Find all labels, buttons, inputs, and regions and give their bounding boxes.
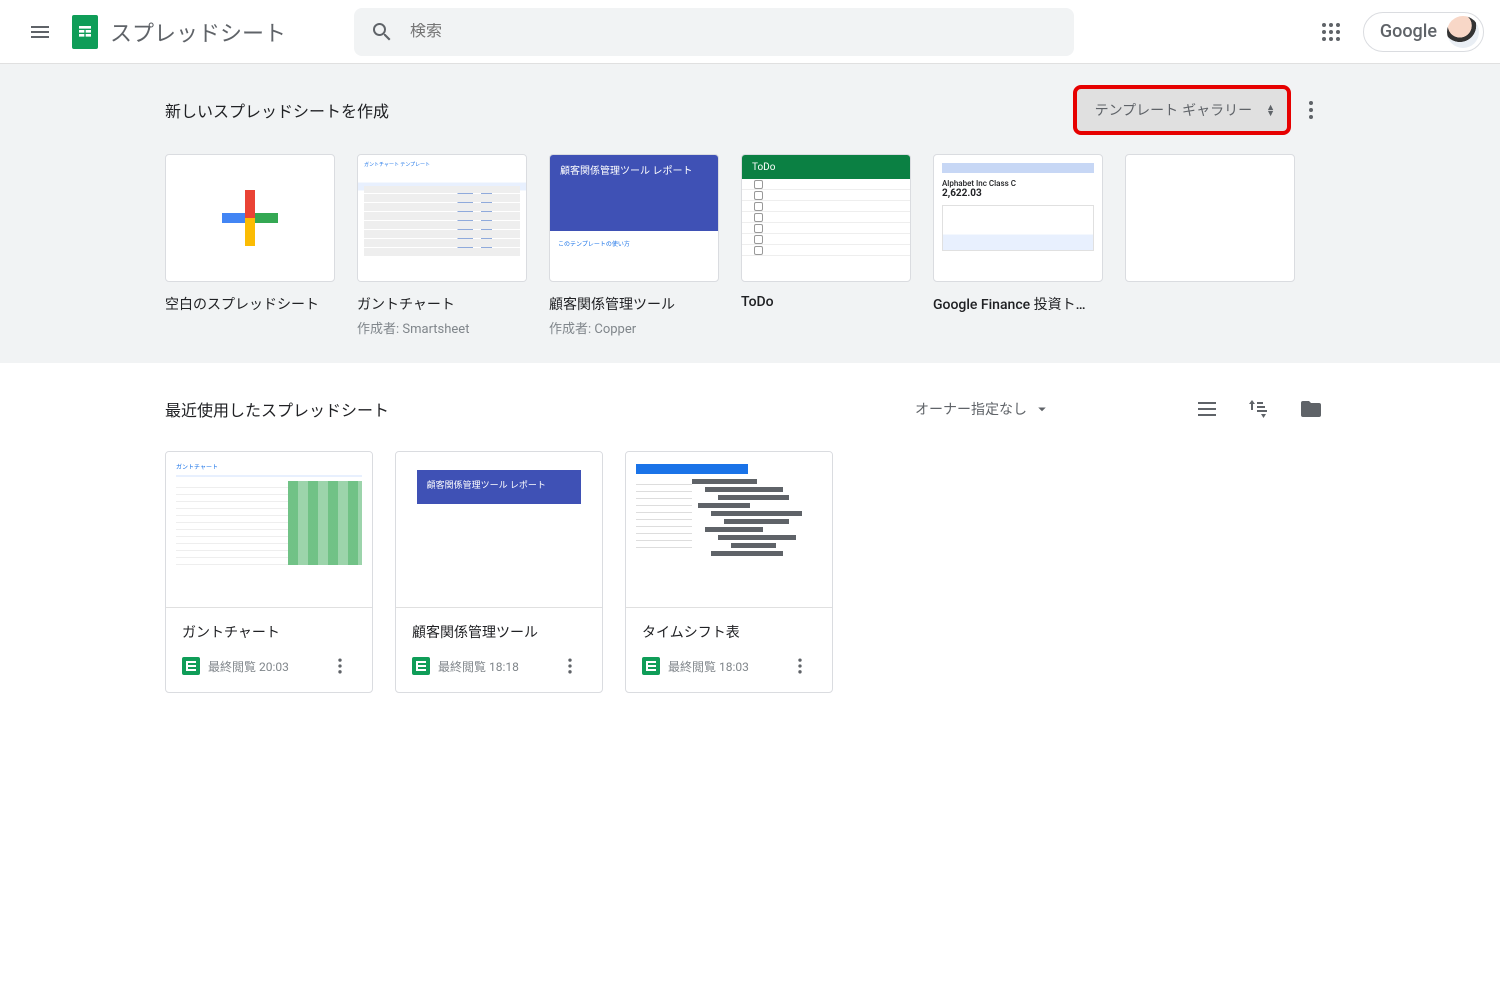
template-gallery-label: テンプレート ギャラリー bbox=[1095, 100, 1252, 120]
doc-thumb: 顧客関係管理ツール レポート bbox=[396, 452, 602, 608]
template-crm[interactable]: 顧客関係管理ツール レポートこのテンプレートの使い方 顧客関係管理ツール 作成者… bbox=[549, 154, 719, 337]
template-title: ガントチャート bbox=[357, 294, 527, 314]
template-title: 空白のスプレッドシート bbox=[165, 294, 335, 314]
caret-down-icon bbox=[1033, 400, 1051, 418]
doc-time: 最終閲覧 20:03 bbox=[208, 658, 289, 675]
template-gallery-button[interactable]: テンプレート ギャラリー ▲▼ bbox=[1077, 89, 1287, 131]
open-picker-button[interactable] bbox=[1287, 385, 1335, 433]
templates-section: 新しいスプレッドシートを作成 テンプレート ギャラリー ▲▼ 空白のスプレッドシ… bbox=[0, 64, 1500, 363]
templates-heading: 新しいスプレッドシートを作成 bbox=[165, 98, 389, 122]
templates-header: 新しいスプレッドシートを作成 テンプレート ギャラリー ▲▼ bbox=[165, 86, 1335, 134]
doc-more-button[interactable] bbox=[324, 650, 356, 682]
doc-title: タイムシフト表 bbox=[642, 622, 816, 642]
apps-grid-icon bbox=[1319, 20, 1343, 44]
template-finance[interactable]: Alphabet Inc Class C 2,622.03 Google Fin… bbox=[933, 154, 1103, 337]
template-thumb: 顧客関係管理ツール レポートこのテンプレートの使い方 bbox=[549, 154, 719, 282]
template-author: 作成者: Smartsheet bbox=[357, 318, 527, 337]
owner-filter-label: オーナー指定なし bbox=[915, 399, 1027, 419]
template-title: 顧客関係管理ツール bbox=[549, 294, 719, 314]
owner-filter-dropdown[interactable]: オーナー指定なし bbox=[903, 391, 1063, 427]
google-label: Google bbox=[1380, 21, 1437, 42]
list-view-button[interactable] bbox=[1183, 385, 1231, 433]
doc-thumb bbox=[626, 452, 832, 608]
sheets-file-icon bbox=[642, 657, 660, 675]
plus-icon bbox=[222, 190, 278, 246]
main-menu-button[interactable] bbox=[16, 8, 64, 56]
sort-button[interactable] bbox=[1235, 385, 1283, 433]
template-blank[interactable]: 空白のスプレッドシート bbox=[165, 154, 335, 337]
search-input[interactable] bbox=[410, 23, 1058, 41]
search-container bbox=[354, 8, 1074, 56]
recent-heading: 最近使用したスプレッドシート bbox=[165, 397, 389, 421]
sort-az-icon bbox=[1247, 397, 1271, 421]
template-thumb: Alphabet Inc Class C 2,622.03 bbox=[933, 154, 1103, 282]
app-header: スプレッドシート Google bbox=[0, 0, 1500, 64]
template-author: 作成者: Copper bbox=[549, 318, 719, 337]
doc-time: 最終閲覧 18:18 bbox=[438, 658, 519, 675]
template-title: Google Finance 投資ト… bbox=[933, 294, 1103, 314]
app-title: スプレッドシート bbox=[110, 16, 286, 48]
doc-title: 顧客関係管理ツール bbox=[412, 622, 586, 642]
doc-more-button[interactable] bbox=[554, 650, 586, 682]
recent-section: 最近使用したスプレッドシート オーナー指定なし bbox=[0, 363, 1500, 715]
more-vert-icon bbox=[790, 656, 810, 676]
user-avatar-icon bbox=[1447, 16, 1479, 48]
template-todo[interactable]: ToDo ToDo bbox=[741, 154, 911, 337]
template-thumb: ガントチャート テンプレート bbox=[357, 154, 527, 282]
sheets-file-icon bbox=[182, 657, 200, 675]
more-vert-icon bbox=[1299, 98, 1323, 122]
template-thumb bbox=[1125, 154, 1295, 282]
template-gantt[interactable]: ガントチャート テンプレート ガントチャート 作成者: Smartsheet bbox=[357, 154, 527, 337]
doc-thumb: ガントチャート bbox=[166, 452, 372, 608]
doc-card[interactable]: タイムシフト表 最終閲覧 18:03 bbox=[625, 451, 833, 693]
template-thumb: ToDo bbox=[741, 154, 911, 282]
templates-row: 空白のスプレッドシート ガントチャート テンプレート ガントチャート 作成者: … bbox=[165, 154, 1335, 337]
doc-more-button[interactable] bbox=[784, 650, 816, 682]
doc-title: ガントチャート bbox=[182, 622, 356, 642]
template-empty[interactable] bbox=[1125, 154, 1295, 337]
list-icon bbox=[1195, 397, 1219, 421]
search-icon bbox=[370, 20, 394, 44]
more-vert-icon bbox=[560, 656, 580, 676]
google-account-badge[interactable]: Google bbox=[1363, 12, 1484, 52]
unfold-icon: ▲▼ bbox=[1266, 104, 1275, 116]
folder-icon bbox=[1299, 397, 1323, 421]
more-vert-icon bbox=[330, 656, 350, 676]
search-bar[interactable] bbox=[354, 8, 1074, 56]
recent-header: 最近使用したスプレッドシート オーナー指定なし bbox=[165, 385, 1335, 433]
hamburger-icon bbox=[28, 20, 52, 44]
doc-card[interactable]: 顧客関係管理ツール レポート 顧客関係管理ツール 最終閲覧 18:18 bbox=[395, 451, 603, 693]
sheets-file-icon bbox=[412, 657, 430, 675]
template-title: ToDo bbox=[741, 294, 911, 310]
recent-grid: ガントチャート ガントチャート 最終閲覧 20:03 bbox=[165, 451, 1335, 693]
doc-card[interactable]: ガントチャート ガントチャート 最終閲覧 20:03 bbox=[165, 451, 373, 693]
sheets-logo-icon bbox=[72, 15, 98, 49]
apps-button[interactable] bbox=[1307, 8, 1355, 56]
doc-time: 最終閲覧 18:03 bbox=[668, 658, 749, 675]
templates-more-button[interactable] bbox=[1287, 86, 1335, 134]
template-thumb bbox=[165, 154, 335, 282]
